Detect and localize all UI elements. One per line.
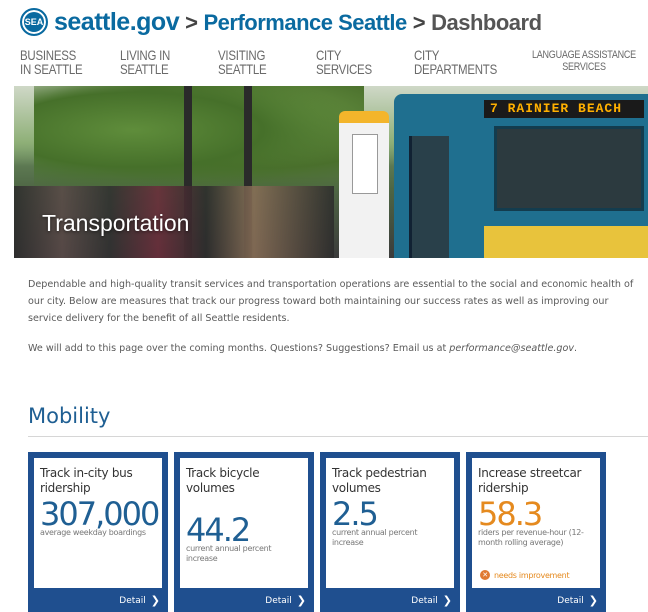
- detail-label: Detail: [557, 595, 584, 606]
- nav-item-line: in Seattle: [20, 61, 83, 77]
- breadcrumb: seattle.gov > Performance Seattle > Dash…: [54, 8, 542, 37]
- intro-text: Dependable and high-quality transit serv…: [28, 276, 638, 357]
- card-title: Track in-city bus ridership: [40, 466, 133, 495]
- nav-item-line: City: [414, 47, 440, 63]
- breadcrumb-performance-link[interactable]: Performance Seattle: [203, 10, 407, 36]
- nav-item-language[interactable]: Language Assistance Services: [532, 49, 636, 73]
- hero-trees: [34, 86, 364, 196]
- main-nav: Business in Seattle Living in Seattle Vi…: [20, 48, 640, 82]
- status-badge: ✕ needs improvement: [480, 570, 570, 580]
- card-description: current annual percent increase: [332, 528, 418, 547]
- intro-text-prefix: We will add to this page over the coming…: [28, 343, 450, 354]
- section-title: Mobility: [28, 404, 111, 428]
- metric-card-bicycle[interactable]: Track bicycle volumes 44.2 current annua…: [174, 452, 314, 612]
- card-description: riders per revenue-hour (12-month rollin…: [478, 528, 584, 547]
- hero-title: Transportation: [42, 210, 190, 236]
- nav-item-departments[interactable]: City Departments: [414, 48, 497, 76]
- hero-kiosk-panel: [352, 134, 378, 194]
- card-body: Track in-city bus ridership 307,000 aver…: [34, 458, 162, 588]
- detail-label: Detail: [411, 595, 438, 606]
- detail-label: Detail: [119, 595, 146, 606]
- nav-item-line: Language Assistance: [532, 49, 636, 61]
- metric-card-pedestrian[interactable]: Track pedestrian volumes 2.5 current ann…: [320, 452, 460, 612]
- warning-x-icon: ✕: [480, 570, 490, 580]
- breadcrumb-separator: >: [185, 9, 198, 35]
- chevron-right-icon: ❯: [150, 594, 160, 607]
- chevron-right-icon: ❯: [588, 594, 598, 607]
- hero-bus-windshield: [494, 126, 644, 211]
- chevron-right-icon: ❯: [442, 594, 452, 607]
- detail-link[interactable]: Detail ❯: [119, 594, 160, 607]
- nav-item-line: Departments: [414, 61, 497, 77]
- card-value: 44.2: [186, 511, 251, 549]
- nav-item-line: Living in: [120, 47, 171, 63]
- nav-item-services[interactable]: City Services: [316, 48, 372, 76]
- hero-bus-door: [409, 136, 449, 258]
- card-body: Track pedestrian volumes 2.5 current ann…: [326, 458, 454, 588]
- breadcrumb-current-page: Dashboard: [431, 9, 542, 35]
- nav-item-line: Services: [316, 61, 372, 77]
- detail-link[interactable]: Detail ❯: [557, 594, 598, 607]
- card-title: Increase streetcar ridership: [478, 466, 582, 495]
- detail-link[interactable]: Detail ❯: [265, 594, 306, 607]
- metric-card-streetcar[interactable]: Increase streetcar ridership 58.3 riders…: [466, 452, 606, 612]
- intro-paragraph: Dependable and high-quality transit serv…: [28, 279, 634, 324]
- nav-item-line: City: [316, 47, 342, 63]
- card-value: 307,000: [40, 495, 160, 533]
- breadcrumb-separator: >: [412, 9, 426, 35]
- intro-text-suffix: .: [574, 343, 578, 354]
- card-description: current annual percent increase: [186, 544, 272, 563]
- breadcrumb-site-link[interactable]: seattle.gov: [54, 8, 180, 37]
- nav-item-line: Seattle: [120, 61, 169, 77]
- card-body: Increase streetcar ridership 58.3 riders…: [472, 458, 600, 588]
- card-value: 2.5: [332, 495, 379, 533]
- hero-bus-sign: 7 RAINIER BEACH: [484, 100, 644, 118]
- nav-item-line: Services: [562, 61, 606, 73]
- detail-link[interactable]: Detail ❯: [411, 594, 452, 607]
- card-title: Track bicycle volumes: [186, 466, 260, 495]
- city-seal-icon[interactable]: SEA: [20, 8, 48, 36]
- nav-item-business[interactable]: Business in Seattle: [20, 47, 83, 77]
- metric-card-bus[interactable]: Track in-city bus ridership 307,000 aver…: [28, 452, 168, 612]
- card-description: average weekday boardings: [40, 528, 146, 537]
- email-link[interactable]: performance@seattle.gov: [449, 343, 574, 354]
- section-divider: [28, 436, 648, 437]
- card-title: Track pedestrian volumes: [332, 466, 427, 495]
- nav-item-living[interactable]: Living in Seattle: [120, 48, 170, 76]
- nav-item-line: Visiting: [218, 47, 266, 63]
- nav-item-line: Seattle: [218, 61, 267, 77]
- hero-bus-bumper: [484, 226, 648, 258]
- card-body: Track bicycle volumes 44.2 current annua…: [180, 458, 308, 588]
- nav-item-line: Business: [20, 47, 77, 63]
- chevron-right-icon: ❯: [296, 594, 306, 607]
- detail-label: Detail: [265, 595, 292, 606]
- status-label: needs improvement: [494, 570, 570, 580]
- intro-paragraph: We will add to this page over the coming…: [28, 340, 638, 357]
- nav-item-visiting[interactable]: Visiting Seattle: [218, 47, 267, 77]
- card-value: 58.3: [478, 495, 543, 533]
- site-header: SEA seattle.gov > Performance Seattle > …: [0, 0, 648, 44]
